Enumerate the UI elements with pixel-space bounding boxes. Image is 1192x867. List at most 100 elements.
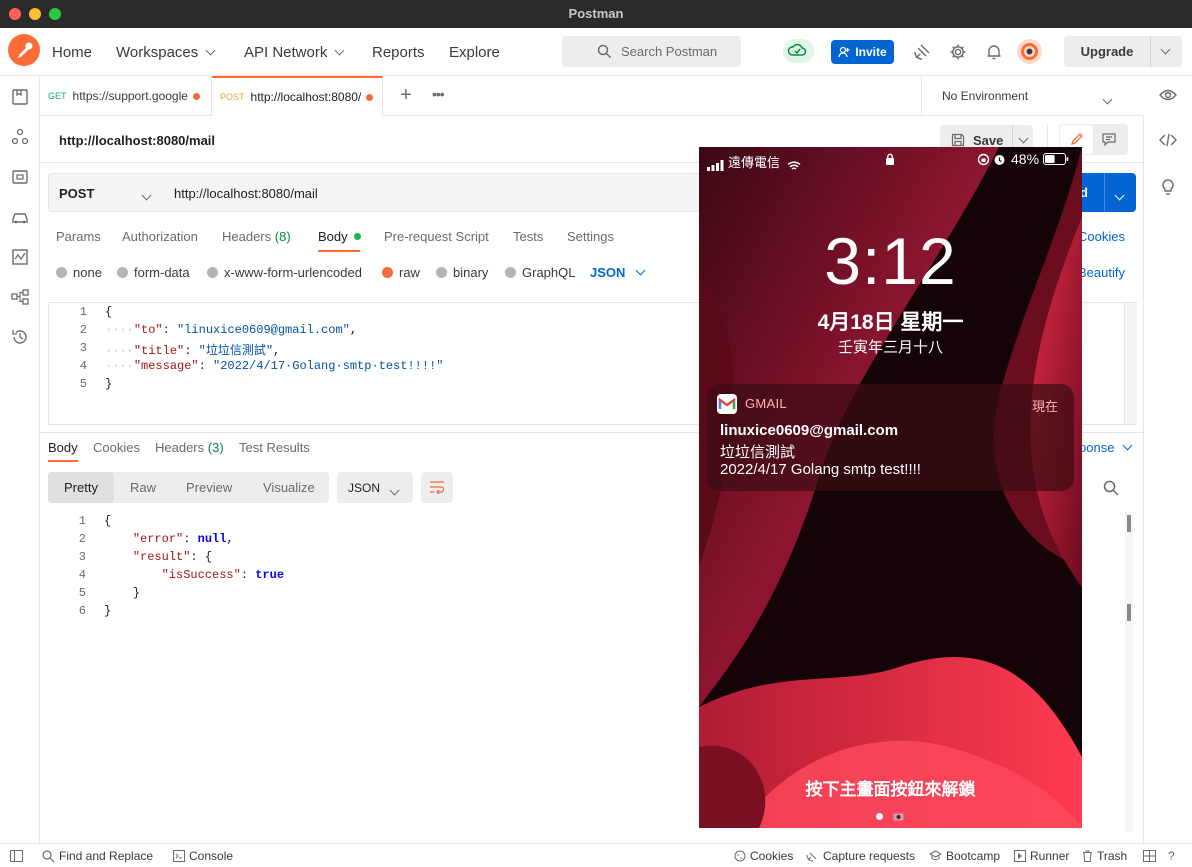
scrollbar[interactable] — [1125, 512, 1133, 832]
mock-servers-icon[interactable] — [11, 208, 29, 226]
eye-icon[interactable] — [1159, 88, 1177, 102]
console-button[interactable]: Console — [173, 849, 233, 863]
method-select[interactable]: POST — [48, 173, 164, 212]
tab-get-request[interactable]: GET https://support.google — [40, 76, 212, 116]
gmail-notification[interactable]: GMAIL 現在 linuxice0609@gmail.com 垃垃信測試 20… — [707, 384, 1074, 491]
lock-date: 4月18日 星期一 — [817, 311, 964, 334]
search-icon[interactable] — [1103, 480, 1119, 496]
maximize-window-button[interactable] — [49, 8, 61, 20]
view-pretty[interactable]: Pretty — [48, 472, 114, 503]
response-language-select[interactable]: JSON — [337, 472, 413, 503]
bootcamp-button[interactable]: Bootcamp — [929, 849, 1000, 863]
monitors-icon[interactable] — [11, 248, 29, 266]
history-icon[interactable] — [11, 328, 29, 346]
close-window-button[interactable] — [9, 8, 21, 20]
upgrade-button[interactable]: Upgrade — [1064, 36, 1182, 67]
tab-body[interactable]: Body — [318, 229, 362, 244]
tab-test-results[interactable]: Test Results — [239, 440, 310, 455]
nav-reports[interactable]: Reports — [372, 44, 425, 61]
chevron-down-icon[interactable] — [1114, 190, 1125, 201]
help-icon[interactable]: ? — [1168, 849, 1175, 863]
code-token: "to" — [133, 323, 163, 337]
tab-pre-request-script[interactable]: Pre-request Script — [384, 229, 489, 244]
tab-response-cookies[interactable]: Cookies — [93, 440, 140, 455]
line-number: 1 — [79, 305, 87, 319]
cookies-button[interactable]: Cookies — [734, 849, 793, 863]
postman-logo-icon[interactable] — [8, 34, 40, 66]
body-language-select[interactable]: JSON — [590, 265, 646, 280]
send-button[interactable]: d — [1080, 173, 1136, 212]
radio-urlencoded[interactable] — [207, 267, 218, 278]
minimize-window-button[interactable] — [29, 8, 41, 20]
bell-icon[interactable] — [985, 43, 1003, 61]
view-visualize[interactable]: Visualize — [263, 480, 315, 495]
tab-settings[interactable]: Settings — [567, 229, 614, 244]
cookies-label: Cookies — [750, 849, 794, 863]
tab-headers[interactable]: Headers (8) — [222, 229, 291, 244]
code-icon[interactable] — [1159, 132, 1177, 148]
radio-binary-label: binary — [453, 265, 489, 280]
code-token: : — [184, 344, 199, 358]
sync-status-icon[interactable] — [783, 39, 814, 63]
nav-explore[interactable]: Explore — [449, 44, 500, 61]
invite-label: Invite — [855, 45, 887, 59]
apis-icon[interactable] — [11, 128, 29, 146]
chevron-down-icon[interactable] — [1160, 44, 1171, 55]
camera-icon[interactable] — [893, 812, 904, 821]
save-response-button[interactable]: ponse — [1079, 440, 1133, 455]
add-user-icon — [838, 46, 850, 58]
flows-icon[interactable] — [11, 288, 29, 306]
tab-post-request[interactable]: POST http://localhost:8080/ — [212, 76, 383, 116]
code-line: ····"message": "2022/4/17·Golang·smtp·te… — [105, 359, 443, 373]
view-preview[interactable]: Preview — [186, 480, 232, 495]
scrollbar[interactable] — [1124, 303, 1137, 424]
radio-raw[interactable] — [382, 267, 393, 278]
search-input[interactable]: Search Postman — [562, 36, 741, 67]
save-icon — [951, 133, 965, 147]
pencil-icon — [1070, 133, 1083, 146]
tab-response-headers[interactable]: Headers (3) — [155, 440, 224, 455]
radio-binary[interactable] — [436, 267, 447, 278]
runner-button[interactable]: Runner — [1014, 849, 1069, 863]
comment-icon[interactable] — [1102, 133, 1116, 146]
wrap-lines-button[interactable] — [421, 472, 453, 503]
lightbulb-icon[interactable] — [1159, 178, 1177, 196]
scrollbar-thumb[interactable] — [1127, 604, 1131, 621]
nav-home[interactable]: Home — [52, 44, 92, 61]
radio-graphql[interactable] — [505, 267, 516, 278]
invite-button[interactable]: Invite — [831, 40, 894, 64]
environment-selector[interactable]: No Environment — [921, 76, 1143, 116]
chevron-down-icon — [334, 45, 345, 56]
nav-workspaces[interactable]: Workspaces — [116, 44, 216, 61]
new-tab-icon[interactable]: + — [397, 85, 415, 105]
url-input[interactable]: http://localhost:8080/mail — [163, 173, 703, 212]
code-line: "result": { — [104, 550, 212, 564]
trash-button[interactable]: Trash — [1082, 849, 1127, 863]
avatar[interactable] — [1017, 39, 1042, 64]
more-tabs-icon[interactable]: ••• — [432, 86, 445, 102]
satellite-icon[interactable] — [913, 43, 931, 61]
find-replace-button[interactable]: Find and Replace — [42, 849, 153, 863]
cookies-link[interactable]: Cookies — [1078, 229, 1125, 244]
tab-tests[interactable]: Tests — [513, 229, 543, 244]
request-name[interactable]: http://localhost:8080/mail — [59, 133, 215, 148]
toggle-sidebar-icon[interactable] — [10, 850, 23, 862]
view-raw[interactable]: Raw — [130, 480, 156, 495]
capture-requests-button[interactable]: Capture requests — [806, 849, 915, 863]
tab-params[interactable]: Params — [56, 229, 101, 244]
gear-icon[interactable] — [949, 43, 967, 61]
collections-icon[interactable] — [11, 88, 29, 106]
environments-icon[interactable] — [11, 168, 29, 186]
beautify-link[interactable]: Beautify — [1078, 265, 1125, 280]
code-line: } — [104, 604, 111, 618]
scrollbar-thumb[interactable] — [1127, 515, 1131, 532]
radio-form-data[interactable] — [117, 267, 128, 278]
two-pane-icon[interactable] — [1143, 850, 1156, 862]
tab-authorization[interactable]: Authorization — [122, 229, 198, 244]
tab-response-body[interactable]: Body — [48, 440, 78, 455]
chevron-down-icon — [141, 190, 152, 201]
nav-api-network[interactable]: API Network — [244, 44, 345, 61]
radio-none[interactable] — [56, 267, 67, 278]
chevron-down-icon[interactable] — [1018, 133, 1029, 143]
